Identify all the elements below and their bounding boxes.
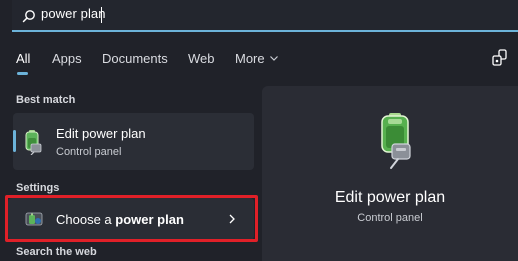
best-match-title-prefix: Edit [56, 126, 83, 141]
tab-documents[interactable]: Documents [102, 51, 168, 66]
preview-title: Edit power plan [334, 189, 446, 206]
best-match-result[interactable] [13, 113, 254, 170]
text-caret [101, 7, 102, 23]
tab-more[interactable]: More [235, 51, 265, 66]
tab-apps[interactable]: Apps [52, 51, 82, 66]
search-input[interactable]: power plan [41, 6, 106, 21]
tab-web[interactable]: Web [188, 51, 215, 66]
battery-plug-icon [381, 113, 411, 169]
tab-all[interactable]: All [16, 51, 30, 66]
best-match-title: Edit power plan [56, 126, 146, 141]
chevron-down-icon[interactable] [269, 54, 279, 62]
battery-plug-icon [25, 130, 42, 155]
selection-indicator [13, 130, 16, 152]
search-the-web-heading: Search the web [16, 246, 97, 258]
best-match-title-bold: power plan [82, 126, 146, 141]
preview-subtitle: Control panel [357, 212, 423, 224]
red-highlight-box [5, 195, 258, 242]
search-icon [22, 10, 35, 23]
settings-heading: Settings [16, 182, 60, 194]
filter-tabs: All Apps Documents Web More [0, 48, 518, 78]
connected-devices-icon[interactable] [490, 48, 510, 68]
active-tab-indicator [17, 72, 28, 75]
best-match-subtitle: Control panel [56, 146, 122, 158]
best-match-heading: Best match [16, 94, 76, 106]
